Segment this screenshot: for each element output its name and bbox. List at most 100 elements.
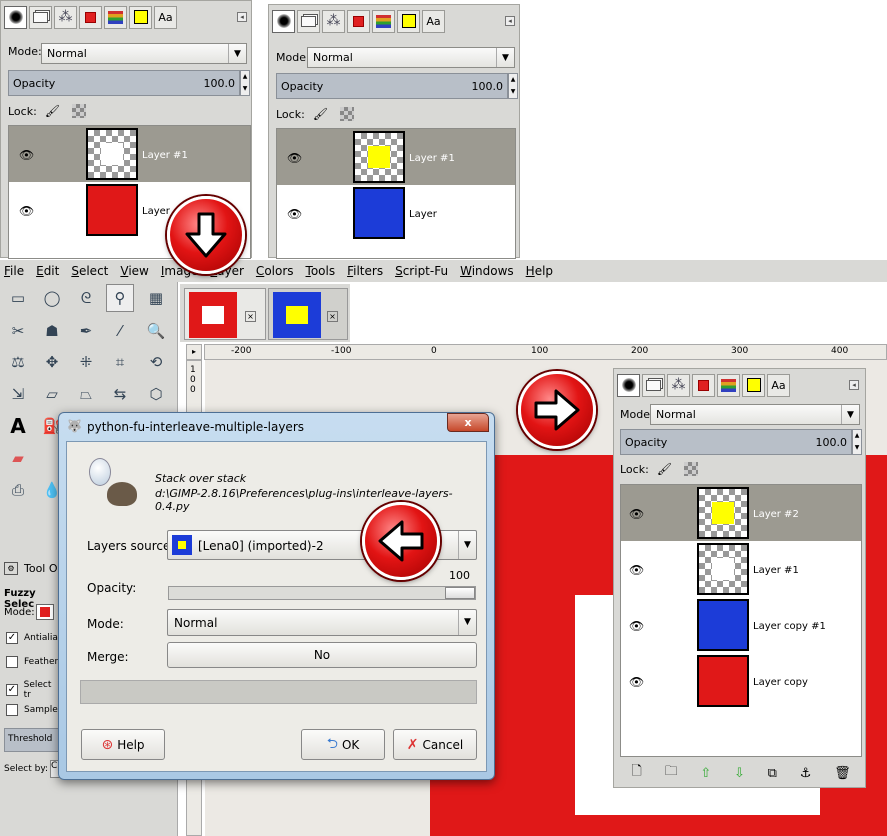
lock-alpha-icon[interactable]: [684, 462, 699, 476]
move-icon[interactable]: ✥: [38, 348, 66, 376]
feather-checkbox[interactable]: [6, 656, 18, 668]
red-swatch-icon[interactable]: [692, 373, 715, 397]
ok-button[interactable]: ⮌ OK: [301, 729, 385, 760]
font-icon[interactable]: Aa: [422, 9, 445, 33]
new-layer-icon[interactable]: 🗋: [631, 762, 641, 784]
crop-icon[interactable]: ⌗: [106, 348, 134, 376]
merge-toggle[interactable]: No: [167, 642, 477, 668]
tool-mode-replace-icon[interactable]: [36, 604, 54, 620]
foreground-select-icon[interactable]: ☗: [38, 317, 66, 345]
feather-option[interactable]: Feather: [6, 656, 58, 668]
opacity-spinner[interactable]: ▲ ▼: [508, 73, 518, 99]
menu-file[interactable]: File: [4, 264, 24, 278]
color-stack-icon[interactable]: [372, 9, 395, 33]
layers-icon[interactable]: [642, 373, 665, 397]
lock-pixels-icon[interactable]: 🖌: [657, 462, 672, 476]
antialias-checkbox[interactable]: ✓: [6, 632, 18, 644]
color-stack-icon[interactable]: [717, 373, 740, 397]
layers-icon[interactable]: [29, 5, 52, 29]
opacity-spinner[interactable]: ▲ ▼: [852, 429, 862, 455]
scale-icon[interactable]: ⇲: [4, 380, 32, 408]
menu-windows[interactable]: Windows: [460, 264, 514, 278]
align-icon[interactable]: ⁜: [72, 348, 100, 376]
threshold-slider[interactable]: Threshold: [4, 728, 60, 752]
opacity-scale-handle[interactable]: [445, 587, 475, 599]
paths-icon[interactable]: ⁂: [667, 373, 690, 397]
cage-transform-icon[interactable]: ⬡: [142, 380, 170, 408]
color-select-icon[interactable]: ▦: [142, 284, 170, 312]
lower-layer-icon[interactable]: ⇩: [734, 766, 745, 781]
font-icon[interactable]: Aa: [154, 5, 177, 29]
opacity-slider[interactable]: Opacity 100.0: [620, 429, 852, 455]
anchor-icon[interactable]: ⚓: [800, 766, 812, 781]
menu-select[interactable]: Select: [71, 264, 108, 278]
flip-icon[interactable]: ⇆: [106, 380, 134, 408]
eye-icon[interactable]: 👁: [629, 563, 644, 577]
menu-tools[interactable]: Tools: [306, 264, 336, 278]
close-icon[interactable]: ×: [245, 311, 256, 322]
eye-icon[interactable]: 👁: [287, 151, 302, 165]
yellow-swatch-icon[interactable]: [397, 9, 420, 33]
sample-merged-option[interactable]: Sample: [6, 704, 58, 716]
menu-colors[interactable]: Colors: [256, 264, 294, 278]
eye-icon[interactable]: 👁: [287, 207, 302, 221]
eye-icon[interactable]: 👁: [629, 507, 644, 521]
close-icon[interactable]: ×: [327, 311, 338, 322]
lock-alpha-icon[interactable]: [72, 104, 87, 118]
open-folder-icon[interactable]: 🗀: [665, 762, 678, 784]
opacity-slider[interactable]: Opacity 100.0: [276, 73, 508, 99]
dock-menu-icon[interactable]: ◂: [237, 12, 247, 22]
layer-row[interactable]: 👁 Layer copy: [621, 653, 861, 709]
layer-row[interactable]: 👁 Layer #1: [621, 541, 861, 597]
red-swatch-icon[interactable]: [79, 5, 102, 29]
cancel-button[interactable]: ✗ Cancel: [393, 729, 477, 760]
scissors-icon[interactable]: ✂: [4, 317, 32, 345]
mode-select[interactable]: Normal ▼: [167, 609, 477, 636]
rect-select-icon[interactable]: ▭: [4, 284, 32, 312]
duplicate-layer-icon[interactable]: ⧉: [768, 766, 777, 781]
opacity-scale[interactable]: [168, 586, 476, 600]
color-picker-icon[interactable]: ⁄: [106, 317, 134, 345]
select-transparent-checkbox[interactable]: ✓: [6, 684, 18, 696]
mode-select[interactable]: Normal ▼: [41, 43, 247, 64]
mode-select[interactable]: Normal ▼: [650, 404, 860, 425]
text-tool-icon[interactable]: A: [4, 412, 32, 440]
opacity-slider[interactable]: Opacity 100.0: [8, 70, 240, 96]
yellow-swatch-icon[interactable]: [742, 373, 765, 397]
menu-edit[interactable]: Edit: [36, 264, 59, 278]
opacity-spinner[interactable]: ▲ ▼: [240, 70, 250, 96]
help-button[interactable]: ⊛ Help: [81, 729, 165, 760]
layer-row[interactable]: 👁 Layer #1: [277, 129, 515, 185]
lock-pixels-icon[interactable]: 🖌: [45, 104, 60, 118]
brushes-icon[interactable]: [4, 5, 27, 29]
free-select-icon[interactable]: ᘓ: [72, 284, 100, 312]
measure-icon[interactable]: ⚖: [4, 348, 32, 376]
lock-pixels-icon[interactable]: 🖌: [313, 107, 328, 121]
menu-filters[interactable]: Filters: [347, 264, 383, 278]
eye-icon[interactable]: 👁: [19, 148, 34, 162]
red-swatch-icon[interactable]: [347, 9, 370, 33]
layer-row[interactable]: 👁 Layer: [277, 185, 515, 241]
ellipse-select-icon[interactable]: ◯: [38, 284, 66, 312]
font-icon[interactable]: Aa: [767, 373, 790, 397]
brushes-icon[interactable]: [272, 9, 295, 33]
shear-icon[interactable]: ⏥: [38, 380, 66, 408]
menu-script-fu[interactable]: Script-Fu: [395, 264, 448, 278]
sample-merged-checkbox[interactable]: [6, 704, 18, 716]
eye-icon[interactable]: 👁: [629, 619, 644, 633]
paths-icon[interactable]: ⁂: [54, 5, 77, 29]
image-tab-blue[interactable]: ×: [268, 288, 348, 340]
dock-menu-icon[interactable]: ◂: [505, 16, 515, 26]
trash-icon[interactable]: 🗑: [834, 766, 851, 781]
layer-row[interactable]: 👁 Layer #2: [621, 485, 861, 541]
eye-icon[interactable]: 👁: [19, 204, 34, 218]
menu-view[interactable]: View: [120, 264, 148, 278]
antialias-option[interactable]: ✓ Antialias: [6, 632, 63, 644]
ruler-corner-icon[interactable]: ▸: [186, 344, 202, 360]
brushes-icon[interactable]: [617, 373, 640, 397]
lock-alpha-icon[interactable]: [340, 107, 355, 121]
paths-icon[interactable]: ⁂: [322, 9, 345, 33]
paths-tool-icon[interactable]: ✒: [72, 317, 100, 345]
zoom-icon[interactable]: 🔍: [142, 317, 170, 345]
mode-select[interactable]: Normal ▼: [307, 47, 515, 68]
